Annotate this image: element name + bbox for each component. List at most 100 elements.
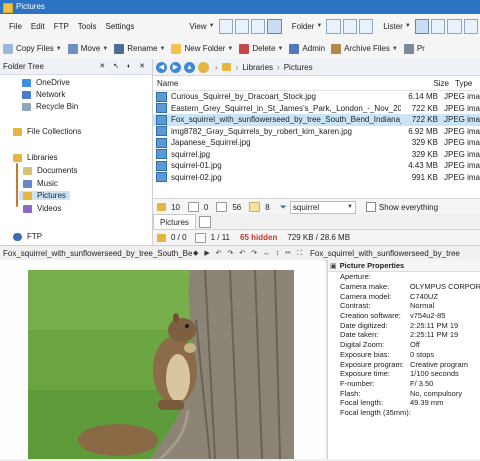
- filter-icon[interactable]: ⏷: [280, 202, 287, 213]
- folder-icon[interactable]: [198, 61, 209, 73]
- tree-item-recycle-bin[interactable]: Recycle Bin: [22, 102, 78, 111]
- file-row[interactable]: Japanese_Squirrel.jpg 329 KB JPEG ima: [153, 137, 480, 149]
- print-button[interactable]: Pr: [401, 40, 428, 57]
- new-tab-icon[interactable]: [198, 215, 211, 228]
- lister-layout-button-1[interactable]: [414, 18, 430, 34]
- menu-file[interactable]: File: [9, 22, 22, 31]
- copy-icon: [3, 43, 13, 54]
- cloud-icon: [22, 78, 31, 87]
- tree-item-network[interactable]: Network: [22, 90, 65, 99]
- folder-menu[interactable]: Folder: [292, 22, 315, 31]
- folder-layout-button-1[interactable]: [326, 18, 341, 34]
- view-large-icons-button[interactable]: [218, 18, 233, 34]
- properties-panel: ▣ Picture Properties Aperture: Camera ma…: [327, 260, 480, 459]
- recycle-bin-icon: [22, 102, 31, 111]
- property-row: Exposure bias: 0 stops: [340, 349, 435, 359]
- tab-pictures[interactable]: Pictures: [153, 213, 196, 230]
- folder-layout-button-2[interactable]: [342, 18, 357, 34]
- viewer-controls[interactable]: ◆ ▶ ↶ ↷ ↶ ↷ ↔ ↕ ✂ ⛶: [193, 249, 304, 258]
- menu-tools[interactable]: Tools: [78, 22, 97, 31]
- property-row: Exposure program: Creative program: [340, 359, 468, 369]
- folder-count-icon: [157, 203, 166, 211]
- delete-button[interactable]: Delete ▼: [236, 40, 286, 57]
- menu-edit[interactable]: Edit: [31, 22, 45, 31]
- move-button[interactable]: Move ▼: [65, 40, 112, 57]
- shield-icon: [289, 43, 300, 54]
- file-row-selected[interactable]: Fox_squirrel_with_sunflowerseed_by_tree_…: [153, 114, 480, 126]
- rename-button[interactable]: Rename ▼: [111, 40, 168, 57]
- show-everything-checkbox[interactable]: [365, 202, 376, 212]
- properties-header: ▣ Picture Properties: [328, 260, 480, 272]
- file-row[interactable]: squirrel-01.jpg 4.43 MB JPEG ima: [153, 160, 480, 172]
- lister-menu[interactable]: Lister: [383, 22, 403, 31]
- breadcrumb-libraries[interactable]: Libraries: [242, 63, 273, 72]
- file-count-icon: [187, 202, 199, 212]
- folder-layout-button-3[interactable]: [358, 18, 374, 34]
- file-row[interactable]: squirrel.jpg 329 KB JPEG ima: [153, 149, 480, 161]
- documents-icon: [23, 166, 32, 175]
- view-thumbnails-button[interactable]: [267, 18, 282, 34]
- tree-item-onedrive[interactable]: OneDrive: [22, 78, 70, 87]
- admin-button[interactable]: Admin: [286, 40, 328, 57]
- print-icon: [403, 43, 414, 54]
- tree-item-libraries[interactable]: Libraries: [13, 153, 58, 162]
- tree-header-icons[interactable]: ✕ ↖ ◐ ✕: [99, 59, 148, 74]
- file-row[interactable]: Curious_Squirrel_by_Dracoart_Stock.jpg 6.…: [153, 91, 480, 103]
- view-list-button[interactable]: [251, 18, 266, 34]
- archive-icon: [331, 43, 342, 54]
- menu-ftp[interactable]: FTP: [54, 22, 69, 31]
- archive-files-button[interactable]: Archive Files ▼: [328, 40, 401, 57]
- image-file-icon: [156, 172, 167, 183]
- app-icon: [3, 3, 13, 13]
- lister-layout-button-4[interactable]: [463, 18, 478, 34]
- videos-icon: [23, 204, 32, 213]
- pictures-icon: [23, 191, 32, 200]
- property-row: Camera model: C740UZ: [340, 291, 438, 301]
- file-row[interactable]: squirrel-02.jpg 991 KB JPEG ima: [153, 172, 480, 184]
- file-row[interactable]: Eastern_Grey_Squirrel_in_St_James's_Park…: [153, 103, 480, 115]
- property-row: Camera make: OLYMPUS CORPOR: [340, 282, 480, 292]
- file-rows: Curious_Squirrel_by_Dracoart_Stock.jpg 6.…: [153, 91, 480, 183]
- new-folder-button[interactable]: New Folder ▼: [168, 40, 236, 57]
- image-file-icon: [156, 137, 167, 148]
- selected-count-icon: [216, 202, 228, 212]
- lister-layout-button-3[interactable]: [447, 18, 462, 34]
- ftp-item[interactable]: FTP: [0, 229, 153, 244]
- folder-tree: Folder Tree ✕ ↖ ◐ ✕ OneDrive Network Rec…: [0, 59, 153, 245]
- view-menu[interactable]: View: [189, 22, 206, 31]
- property-row: Contrast: Normal: [340, 301, 435, 311]
- column-type[interactable]: Type: [455, 79, 472, 88]
- tree-item-documents[interactable]: Documents: [23, 166, 77, 175]
- tab-bar: Pictures: [153, 213, 480, 230]
- collapse-icon[interactable]: ▣: [330, 262, 337, 270]
- copy-files-button[interactable]: Copy Files ▼: [0, 40, 65, 57]
- property-row: Aperture:: [340, 272, 371, 282]
- forward-icon[interactable]: ▶: [170, 61, 181, 73]
- filter-input[interactable]: squirrel ▼: [289, 200, 356, 214]
- folder-icon: [13, 127, 22, 136]
- property-row: Creation software: v754u2-85: [340, 311, 446, 321]
- column-size[interactable]: Size: [419, 79, 449, 88]
- view-details-button[interactable]: [234, 18, 250, 34]
- file-row[interactable]: img8782_Gray_Squirrels_by_robert_kim_kar…: [153, 126, 480, 138]
- tree-item-videos[interactable]: Videos: [23, 204, 61, 213]
- property-row: Flash: No, compulsory: [340, 388, 463, 398]
- image-file-icon: [156, 126, 167, 137]
- up-icon[interactable]: ▲: [184, 61, 195, 73]
- column-name[interactable]: Name: [157, 79, 419, 88]
- tree-item-music[interactable]: Music: [23, 179, 58, 188]
- rename-icon: [114, 43, 125, 54]
- tree-item-file-collections[interactable]: File Collections: [13, 127, 81, 136]
- delete-icon: [239, 43, 250, 54]
- lister-layout-button-2[interactable]: [431, 18, 446, 34]
- menu-settings[interactable]: Settings: [105, 22, 134, 31]
- back-icon[interactable]: ◀: [156, 61, 167, 73]
- folder-icon: [157, 233, 166, 242]
- file-icon: [194, 232, 206, 243]
- property-row: Exposure time: 1/100 seconds: [340, 369, 459, 379]
- folder-tree-header: Folder Tree ✕ ↖ ◐ ✕: [0, 59, 152, 75]
- breadcrumb-pictures[interactable]: Pictures: [284, 63, 313, 72]
- image-file-icon: [156, 114, 167, 125]
- tree-item-pictures[interactable]: Pictures: [19, 191, 70, 200]
- network-icon: [22, 90, 31, 99]
